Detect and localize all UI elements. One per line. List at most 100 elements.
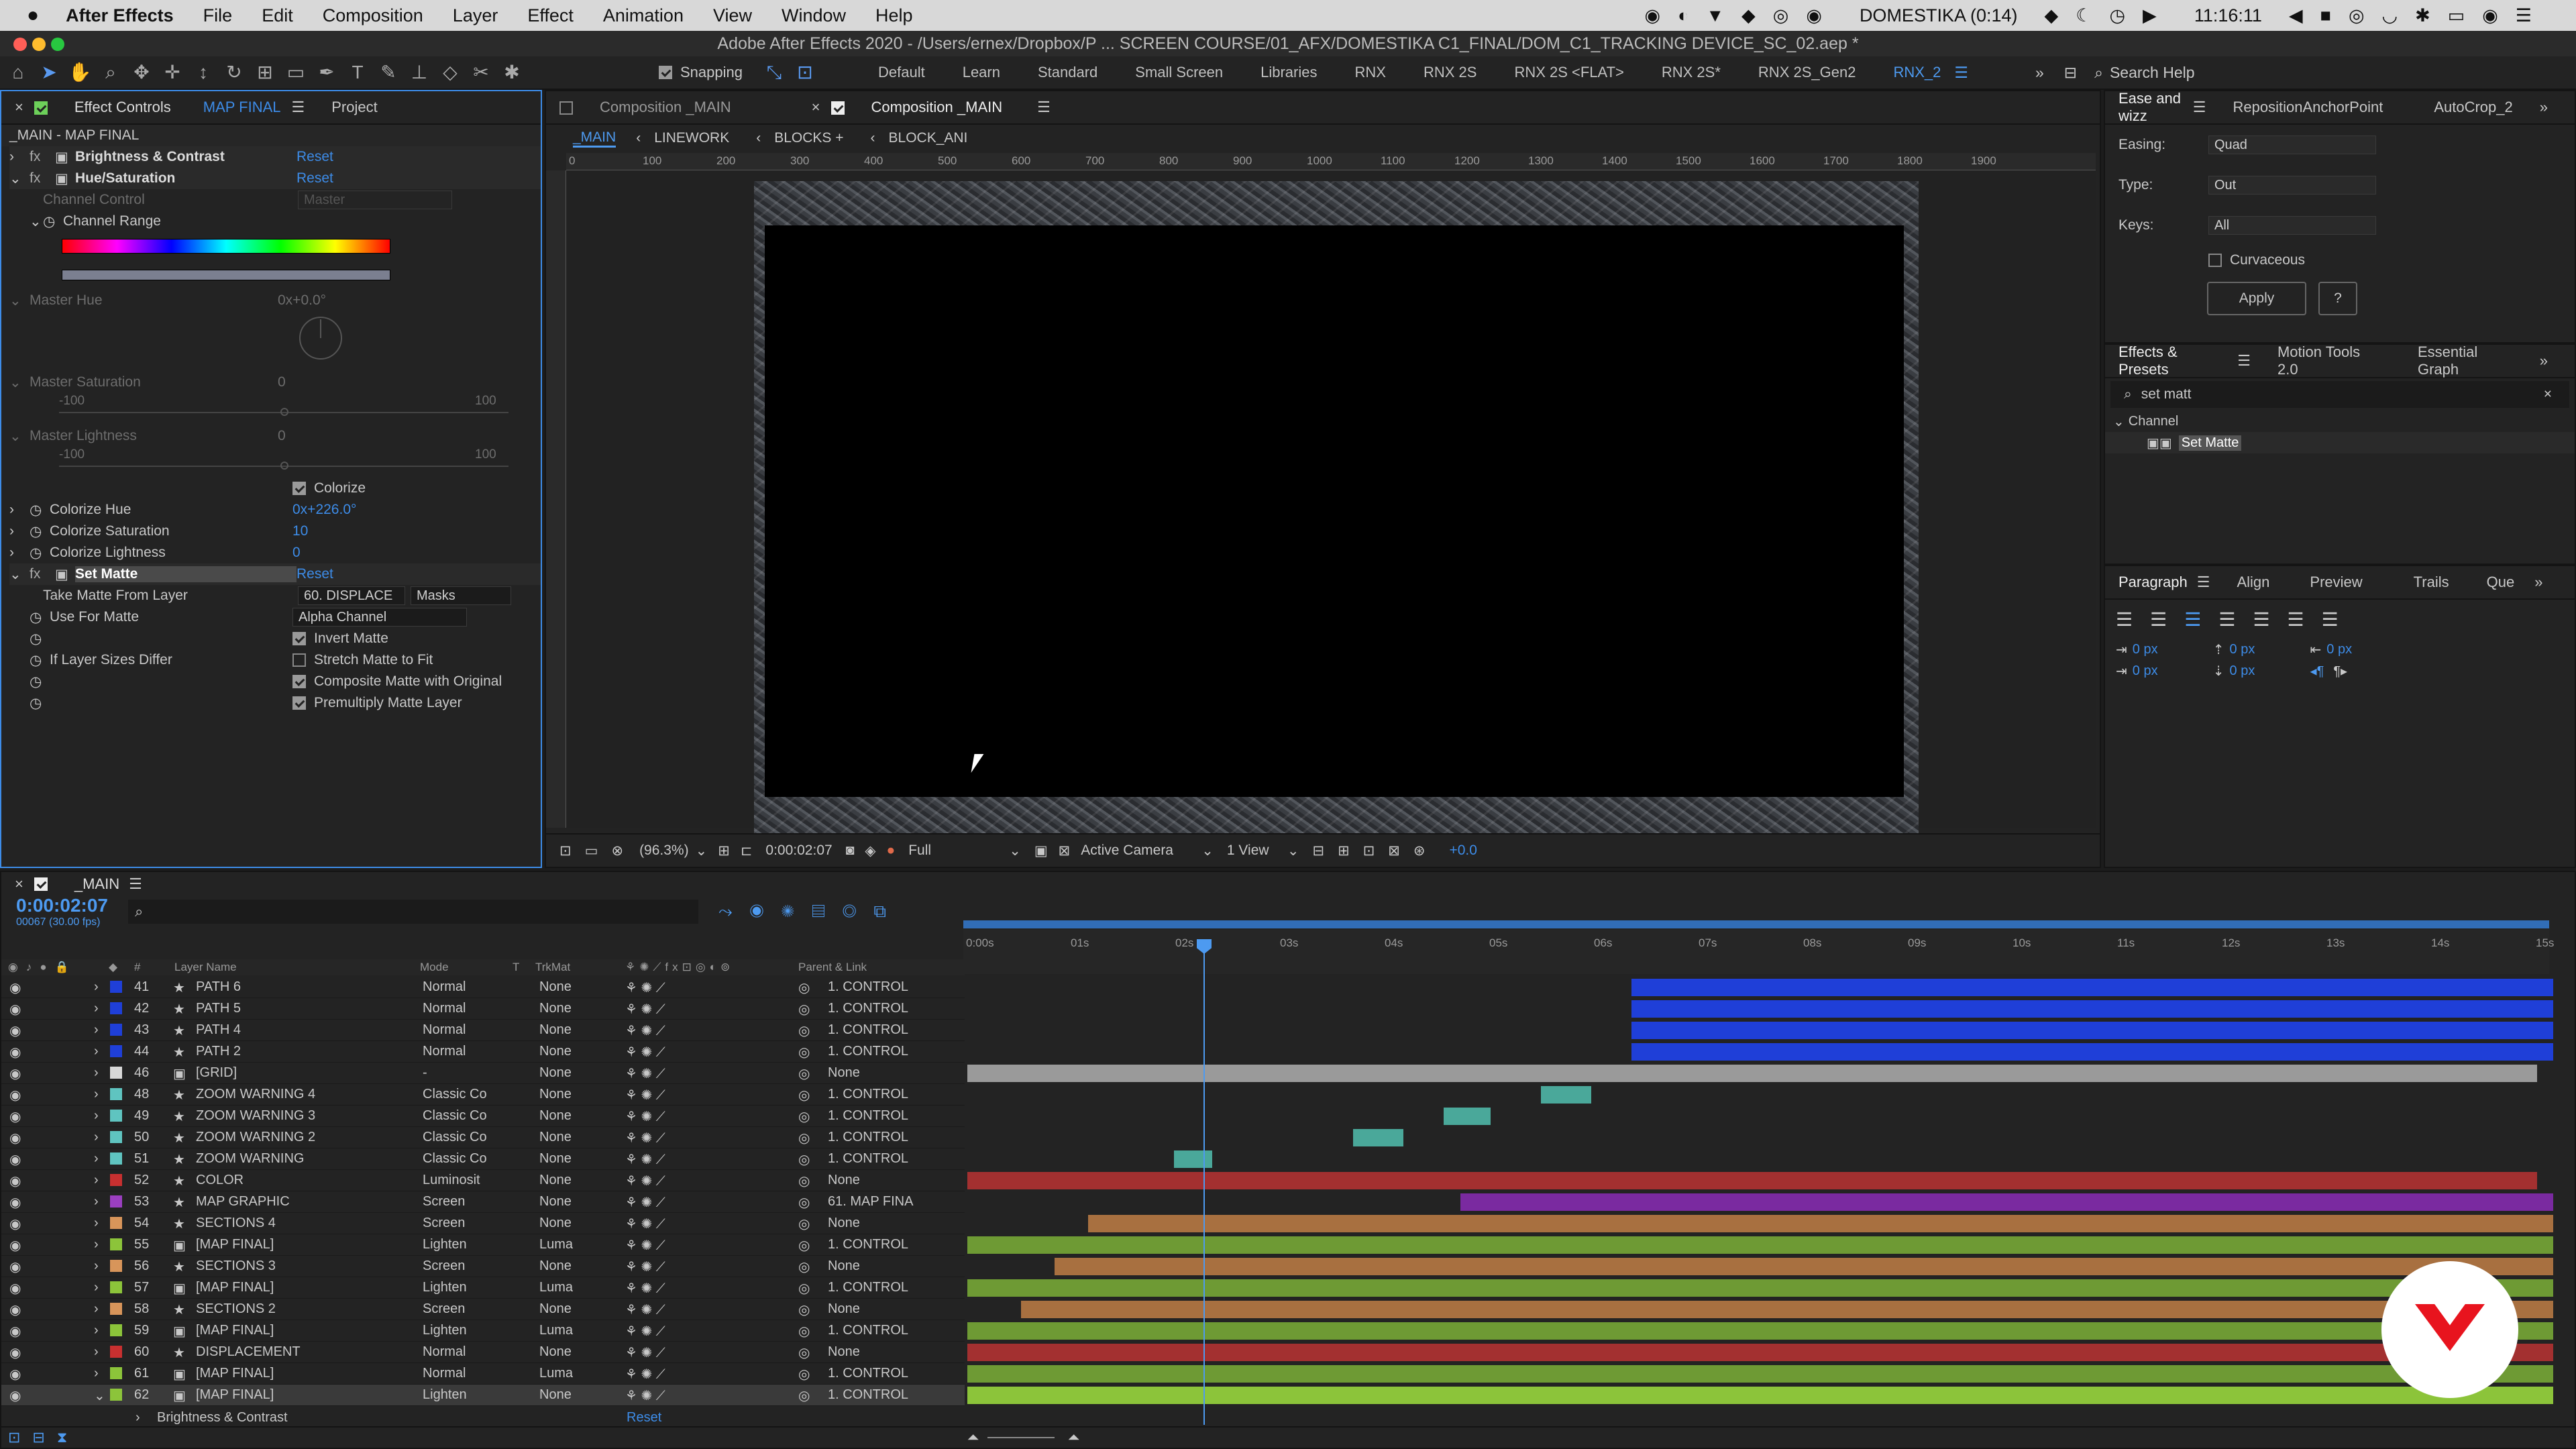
visibility-eye-icon[interactable]: ◉ [9, 1387, 21, 1404]
stopwatch-icon[interactable]: ◷ [30, 545, 50, 561]
layer-parent-dropdown[interactable]: 61. MAP FINA [828, 1194, 935, 1210]
chevron-down-icon[interactable]: ⌄ [1009, 843, 1021, 859]
layer-mode-dropdown[interactable]: Normal [423, 1366, 496, 1381]
label-color-swatch[interactable] [110, 1024, 122, 1036]
channel-control-dropdown[interactable]: Master [298, 191, 452, 209]
layer-name[interactable]: MAP GRAPHIC [196, 1194, 404, 1210]
layer-name[interactable]: PATH 5 [196, 1001, 404, 1016]
layer-duration-bar[interactable] [1541, 1086, 1591, 1104]
table-row[interactable]: ◉ › 56 ★ SECTIONS 3 Screen None ⚘ ✺ ⟋ ◎ None [1, 1256, 965, 1277]
workspace-menu-icon[interactable]: ☰ [1954, 64, 1968, 82]
expand-arrow-icon[interactable]: › [94, 1323, 99, 1338]
layer-parent-dropdown[interactable]: 1. CONTROL [828, 1237, 935, 1252]
tab-effect-controls[interactable]: Effect Controls [34, 99, 198, 116]
home-icon[interactable]: ⌂ [5, 60, 31, 85]
search-help-input[interactable]: Search Help [2110, 64, 2195, 82]
label-color-swatch[interactable] [110, 981, 122, 993]
table-row[interactable]: ◉ › 51 ★ ZOOM WARNING Classic Co None ⚘ ✺ ⟋ ◎ 1. … [1, 1148, 965, 1170]
layer-mode-dropdown[interactable]: Normal [423, 1022, 496, 1038]
property-reset-button[interactable]: Reset [627, 1410, 661, 1426]
tab-paragraph[interactable]: Paragraph [2118, 574, 2188, 591]
label-color-swatch[interactable] [110, 1131, 122, 1143]
workspace-default[interactable]: Default [878, 64, 925, 81]
more-tabs-icon[interactable]: » [2540, 352, 2548, 370]
layer-duration-bar[interactable] [967, 1365, 2553, 1383]
workspace-rnx-2[interactable]: RNX_2 [1893, 64, 1941, 81]
workspace-rnx-2s-star[interactable]: RNX 2S* [1662, 64, 1721, 81]
reset-hue-button[interactable]: Reset [297, 170, 333, 186]
layer-duration-bar[interactable] [967, 1065, 2537, 1082]
workspace-standard[interactable]: Standard [1038, 64, 1097, 81]
stopwatch-icon[interactable]: ◷ [30, 631, 50, 647]
label-color-swatch[interactable] [110, 1152, 122, 1165]
layer-switches[interactable]: ⚘ ✺ ⟋ [625, 1130, 665, 1146]
roto-tool-icon[interactable]: ✂ [468, 60, 494, 85]
visibility-eye-icon[interactable]: ◉ [9, 1344, 21, 1361]
visibility-eye-icon[interactable]: ◉ [9, 1280, 21, 1297]
expand-arrow-icon[interactable]: › [94, 1001, 99, 1016]
first-line-value[interactable]: 0 px [2133, 663, 2213, 679]
tab-effects-presets[interactable]: Effects & Presets [2118, 343, 2228, 378]
reset-set-matte-button[interactable]: Reset [297, 566, 333, 582]
parent-pickwhip-icon[interactable]: ◎ [798, 1344, 810, 1361]
timeline-zoom-slider[interactable] [987, 1437, 1055, 1438]
menu-view[interactable]: View [713, 5, 752, 26]
expand-arrow-icon[interactable]: › [94, 1344, 99, 1360]
tab-main-timeline[interactable]: _MAIN [74, 875, 119, 893]
parent-pickwhip-icon[interactable]: ◎ [798, 1237, 810, 1254]
layer-mode-dropdown[interactable]: Lighten [423, 1387, 496, 1403]
stopwatch-icon[interactable]: ◷ [30, 502, 50, 519]
collapse-arrow-icon[interactable]: ⌄ [9, 170, 30, 187]
layer-trkmat-dropdown[interactable]: None [539, 1108, 606, 1124]
layer-trkmat-dropdown[interactable]: None [539, 1044, 606, 1059]
visibility-eye-icon[interactable]: ◉ [9, 1194, 21, 1211]
expand-arrow-icon[interactable]: › [94, 1087, 99, 1102]
layer-trkmat-dropdown[interactable]: None [539, 979, 606, 995]
layer-trkmat-dropdown[interactable]: None [539, 1001, 606, 1016]
sync-icon[interactable]: ⊟ [2064, 64, 2077, 82]
region-of-interest-icon[interactable]: ▣ [1034, 843, 1048, 859]
tab-que[interactable]: Que [2487, 574, 2515, 591]
layer-parent-dropdown[interactable]: 1. CONTROL [828, 1044, 935, 1059]
parent-pickwhip-icon[interactable]: ◎ [798, 1280, 810, 1297]
expand-arrow-icon[interactable]: ⌄ [94, 1387, 105, 1404]
chevron-down-icon[interactable]: ⌄ [696, 843, 708, 859]
layer-switches[interactable]: ⚘ ✺ ⟋ [625, 1366, 665, 1383]
label-color-swatch[interactable] [110, 1002, 122, 1014]
rotate-tool-icon[interactable]: ↻ [221, 60, 247, 85]
expand-arrow-icon[interactable]: › [94, 1130, 99, 1145]
layer-parent-dropdown[interactable]: None [828, 1258, 935, 1274]
views-dropdown[interactable]: 1 View [1227, 843, 1287, 859]
visibility-eye-icon[interactable]: ◉ [9, 1258, 21, 1275]
menu-edit[interactable]: Edit [262, 5, 293, 26]
layer-trkmat-dropdown[interactable]: None [539, 1216, 606, 1231]
collapse-arrow-icon[interactable]: ⌄ [9, 566, 30, 583]
stretch-matte-checkbox[interactable] [292, 653, 306, 667]
table-row[interactable]: ◉ › 57 ▣ [MAP FINAL] Lighten Luma ⚘ ✺ ⟋ ◎ 1. CONT… [1, 1277, 965, 1299]
label-color-swatch[interactable] [110, 1303, 122, 1315]
tab-essential-graph[interactable]: Essential Graph [2418, 343, 2520, 378]
layer-switches[interactable]: ⚘ ✺ ⟋ [625, 1044, 665, 1061]
panel-menu-icon[interactable]: ☰ [2237, 352, 2251, 370]
table-row[interactable]: ◉ ⌄ 62 ▣ [MAP FINAL] Lighten None ⚘ ✺ ⟋ ◎ 1. CONT… [1, 1385, 965, 1406]
menu-layer[interactable]: Layer [453, 5, 498, 26]
help-button[interactable]: ? [2318, 282, 2357, 315]
panel-menu-icon[interactable]: ☰ [1037, 99, 1051, 116]
layer-parent-dropdown[interactable]: None [828, 1065, 935, 1081]
visibility-eye-icon[interactable]: ◉ [9, 1044, 21, 1061]
menu-animation[interactable]: Animation [603, 5, 684, 26]
layer-mode-dropdown[interactable]: Lighten [423, 1323, 496, 1338]
table-row[interactable]: ◉ › 61 ▣ [MAP FINAL] Normal Luma ⚘ ✺ ⟋ ◎ 1. CONTR… [1, 1363, 965, 1385]
parent-pickwhip-icon[interactable]: ◎ [798, 1065, 810, 1082]
justify-right-icon[interactable]: ☰ [2288, 608, 2322, 631]
apple-icon[interactable]: ● [27, 4, 39, 27]
layer-switches[interactable]: ⚘ ✺ ⟋ [625, 1108, 665, 1125]
panel-menu-icon[interactable]: ☰ [129, 875, 142, 893]
snap-grid-icon[interactable]: ⊡ [792, 60, 818, 85]
layer-mode-dropdown[interactable]: Lighten [423, 1280, 496, 1295]
expand-arrow-icon[interactable]: › [94, 1366, 99, 1381]
expand-arrow-icon[interactable]: › [94, 1280, 99, 1295]
layer-duration-bar[interactable] [1353, 1129, 1403, 1146]
visibility-eye-icon[interactable]: ◉ [9, 1087, 21, 1104]
label-color-swatch[interactable] [110, 1217, 122, 1229]
